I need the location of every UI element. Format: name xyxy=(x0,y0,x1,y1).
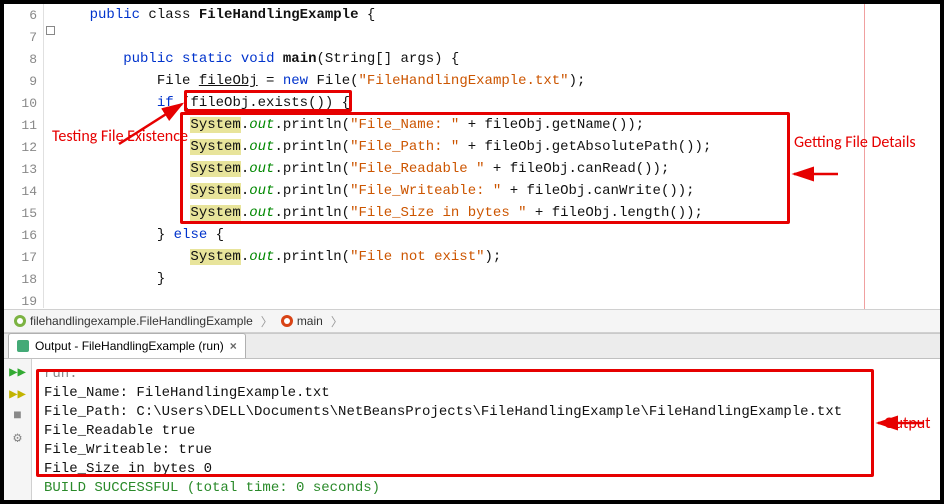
line-number: 8 xyxy=(4,48,43,70)
code-line[interactable]: System.out.println("File_Readable " + fi… xyxy=(56,158,940,180)
breadcrumb-method[interactable]: main xyxy=(275,314,329,328)
code-line[interactable] xyxy=(56,290,940,312)
code-line[interactable]: File fileObj = new File("FileHandlingExa… xyxy=(56,70,940,92)
line-number: 17 xyxy=(4,246,43,268)
run-button[interactable]: ▶▶ xyxy=(8,385,28,403)
settings-button[interactable]: ⚙ xyxy=(8,429,28,447)
code-line[interactable]: System.out.println("File_Name: " + fileO… xyxy=(56,114,940,136)
output-icon xyxy=(17,340,29,352)
line-number: 7 xyxy=(4,26,43,48)
close-icon[interactable]: × xyxy=(230,339,237,353)
breadcrumb: filehandlingexample.FileHandlingExample … xyxy=(4,309,940,333)
line-number: 18 xyxy=(4,268,43,290)
line-number: 10 xyxy=(4,92,43,114)
tab-output[interactable]: Output - FileHandlingExample (run) × xyxy=(8,333,246,358)
stop-button[interactable]: ■ xyxy=(8,407,28,425)
line-number: 13 xyxy=(4,158,43,180)
line-number: 16 xyxy=(4,224,43,246)
method-icon xyxy=(281,315,293,327)
code-line[interactable]: System.out.println("File_Size in bytes "… xyxy=(56,202,940,224)
tab-output-label: Output - FileHandlingExample (run) xyxy=(35,339,224,353)
line-number: 9 xyxy=(4,70,43,92)
code-line[interactable]: } else { xyxy=(56,224,940,246)
code-editor[interactable]: 678910111213141516171819 public class Fi… xyxy=(4,4,940,309)
code-line[interactable]: System.out.println("File_Path: " + fileO… xyxy=(56,136,940,158)
class-icon xyxy=(14,315,26,327)
output-panel: ▶▶ ▶▶ ■ ⚙ run: File_Name: FileHandlingEx… xyxy=(4,359,940,503)
code-line[interactable] xyxy=(56,26,940,48)
gutter: 678910111213141516171819 xyxy=(4,4,44,308)
output-tabbar: Output - FileHandlingExample (run) × xyxy=(4,333,940,359)
breadcrumb-method-label: main xyxy=(297,314,323,328)
code-line[interactable]: System.out.println("File_Writeable: " + … xyxy=(56,180,940,202)
line-number: 11 xyxy=(4,114,43,136)
code-line[interactable]: public class FileHandlingExample { xyxy=(56,4,940,26)
line-number: 19 xyxy=(4,290,43,312)
chevron-right-icon: 〉 xyxy=(329,313,345,330)
rerun-button[interactable]: ▶▶ xyxy=(8,363,28,381)
line-number: 15 xyxy=(4,202,43,224)
line-number: 6 xyxy=(4,4,43,26)
output-toolbar: ▶▶ ▶▶ ■ ⚙ xyxy=(4,359,32,503)
line-number: 14 xyxy=(4,180,43,202)
breadcrumb-class[interactable]: filehandlingexample.FileHandlingExample xyxy=(8,314,259,328)
output-text[interactable]: run: File_Name: FileHandlingExample.txt … xyxy=(32,359,940,503)
code-line[interactable]: System.out.println("File not exist"); xyxy=(56,246,940,268)
code-line[interactable]: public static void main(String[] args) { xyxy=(56,48,940,70)
fold-handle[interactable] xyxy=(44,26,56,39)
code-line[interactable]: } xyxy=(56,268,940,290)
code-line[interactable]: if (fileObj.exists()) { xyxy=(56,92,940,114)
breadcrumb-class-label: filehandlingexample.FileHandlingExample xyxy=(30,314,253,328)
line-number: 12 xyxy=(4,136,43,158)
chevron-right-icon: 〉 xyxy=(259,313,275,330)
